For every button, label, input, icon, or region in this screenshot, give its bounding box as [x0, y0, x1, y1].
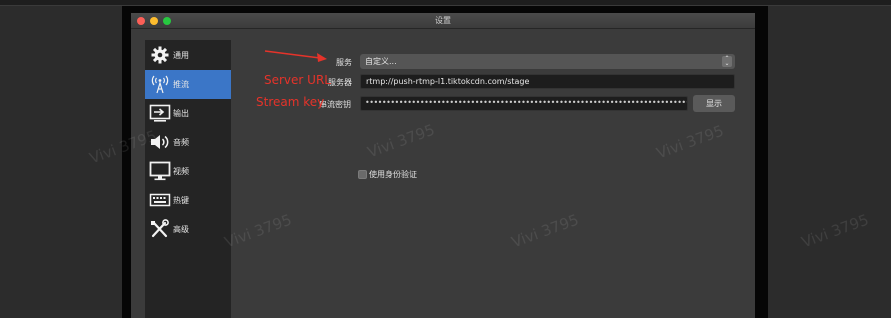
keyboard-icon	[149, 190, 171, 210]
settings-sidebar: 通用 推流 输出 音频 视频 热键 高级	[145, 40, 231, 318]
speaker-icon	[149, 132, 171, 152]
sidebar-item-stream[interactable]: 推流	[145, 70, 231, 99]
server-url-input[interactable]: rtmp://push-rtmp-l1.tiktokcdn.com/stage	[360, 74, 735, 89]
tools-icon	[149, 219, 171, 239]
sidebar-item-label: 推流	[173, 80, 189, 89]
server-label: 服务器	[328, 78, 352, 87]
sidebar-item-label: 通用	[173, 51, 189, 60]
sidebar-item-label: 热键	[173, 196, 189, 205]
background-right	[768, 6, 891, 318]
service-select-value: 自定义...	[365, 57, 397, 66]
sidebar-item-label: 输出	[173, 109, 189, 118]
server-url-annotation: Server URL	[264, 73, 331, 87]
sidebar-item-video[interactable]: 视频	[145, 157, 231, 186]
stream-key-input[interactable]: ••••••••••••••••••••••••••••••••••••••••…	[360, 96, 688, 111]
sidebar-item-output[interactable]: 输出	[145, 99, 231, 128]
annotation-arrow-icon	[264, 50, 327, 62]
sidebar-item-label: 视频	[173, 167, 189, 176]
settings-window: 设置 通用 推流 输出 音频 视频 热键 高级 服务 自定义... ⌃ ⌄ 服务…	[131, 13, 755, 318]
use-auth-label: 使用身份验证	[369, 170, 417, 179]
sidebar-item-audio[interactable]: 音频	[145, 128, 231, 157]
sidebar-item-hotkeys[interactable]: 热键	[145, 186, 231, 215]
select-arrows-icon: ⌃ ⌄	[722, 56, 732, 67]
monitor-icon	[149, 161, 171, 181]
show-key-button[interactable]: 显示	[693, 95, 735, 112]
sidebar-item-advanced[interactable]: 高级	[145, 215, 231, 244]
window-title: 设置	[435, 16, 451, 25]
service-label: 服务	[336, 58, 352, 67]
stream-key-annotation: Stream key	[256, 95, 325, 109]
output-icon	[149, 103, 171, 123]
sidebar-item-label: 音频	[173, 138, 189, 147]
sidebar-item-general[interactable]: 通用	[145, 41, 231, 70]
title-bar: 设置	[131, 13, 755, 29]
service-select[interactable]: 自定义... ⌃ ⌄	[360, 54, 735, 69]
gear-icon	[149, 45, 171, 65]
background-left	[0, 6, 122, 318]
use-auth-checkbox[interactable]	[358, 170, 367, 179]
broadcast-icon	[149, 74, 171, 94]
sidebar-item-label: 高级	[173, 225, 189, 234]
